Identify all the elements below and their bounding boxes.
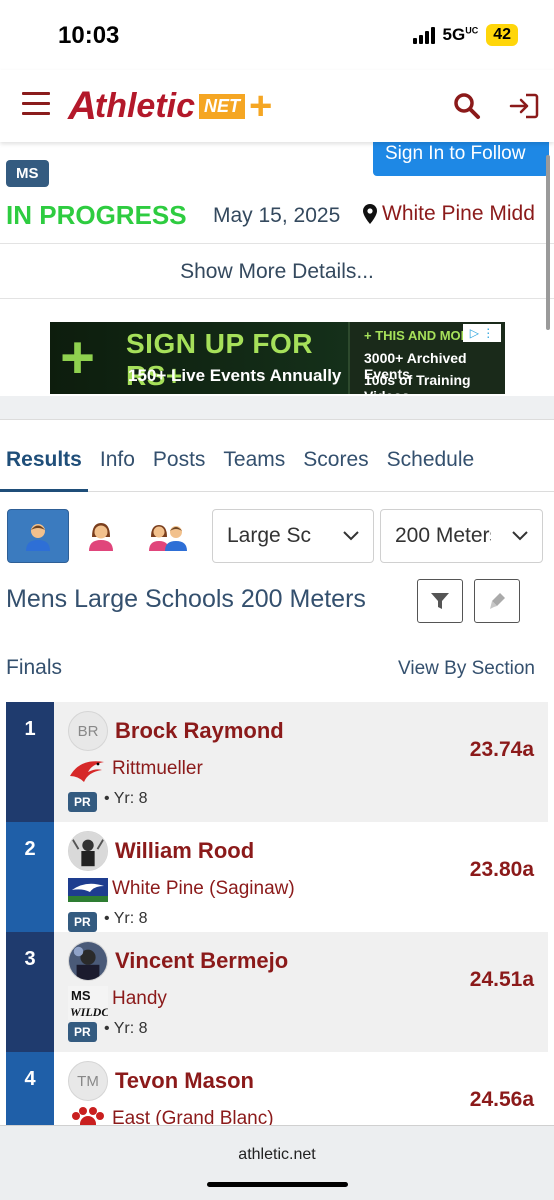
- athlete-name[interactable]: William Rood: [115, 838, 254, 864]
- search-icon[interactable]: [453, 92, 483, 120]
- team-logo: [68, 1106, 108, 1125]
- female-icon: [89, 523, 113, 551]
- team-name[interactable]: East (Grand Blanc): [112, 1108, 274, 1125]
- athletic-net-logo[interactable]: Athletic NET +: [68, 84, 272, 128]
- tab-schedule[interactable]: Schedule: [381, 448, 481, 492]
- marker-icon: [490, 593, 505, 609]
- highlight-button[interactable]: [474, 579, 520, 623]
- result-row[interactable]: 1 BR Brock Raymond Rittmueller PR • Yr: …: [6, 702, 548, 822]
- status-bar: 10:03 5GUC 42: [0, 0, 554, 70]
- result-row[interactable]: 3 Vincent Bermejo MS WILDCAT Handy PR • Y…: [6, 932, 548, 1052]
- show-more-details-link[interactable]: Show More Details...: [0, 260, 554, 284]
- athlete-name[interactable]: Vincent Bermejo: [115, 948, 288, 974]
- meet-date: May 15, 2025: [213, 204, 341, 227]
- ad-right-panel: + THIS AND MORE 3000+ Archived Events 10…: [348, 322, 505, 394]
- scrollbar[interactable]: [546, 155, 550, 330]
- signal-icon: [412, 26, 435, 44]
- result-mark: 23.80a: [469, 858, 534, 881]
- athlete-avatar: BR: [68, 711, 108, 751]
- tab-results[interactable]: Results: [0, 448, 88, 492]
- status-time: 10:03: [58, 22, 120, 49]
- team-logo: MS WILDCAT: [68, 986, 125, 1020]
- svg-text:MS: MS: [71, 988, 91, 1003]
- url-text[interactable]: athletic.net: [0, 1146, 554, 1164]
- meet-status: IN PROGRESS: [6, 200, 187, 230]
- result-mark: 24.51a: [469, 968, 534, 991]
- mens-filter-button[interactable]: [7, 509, 69, 563]
- place-number: 4: [6, 1052, 54, 1125]
- result-row[interactable]: 2 William Rood White Pine (Saginaw) PR •…: [6, 822, 548, 942]
- athlete-avatar: [68, 831, 108, 871]
- event-title: Mens Large Schools 200 Meters: [6, 585, 366, 613]
- chevron-down-icon: [343, 531, 359, 541]
- place-number: 2: [6, 822, 54, 942]
- athlete-avatar: TM: [68, 1061, 108, 1101]
- event-value: 200 Meters: [395, 524, 491, 547]
- athlete-name[interactable]: Brock Raymond: [115, 718, 284, 744]
- result-mark: 23.74a: [469, 738, 534, 761]
- network-label: 5GUC: [442, 25, 479, 44]
- ad-banner[interactable]: + SIGN UP FOR RS+ 150+ Live Events Annua…: [50, 322, 505, 394]
- home-indicator[interactable]: [207, 1182, 348, 1187]
- team-logo: [68, 756, 108, 784]
- plus-icon: +: [60, 324, 96, 391]
- team-logo: [68, 876, 108, 904]
- team-name[interactable]: Rittmueller: [112, 758, 203, 780]
- pr-badge: PR: [68, 792, 97, 812]
- tab-scores[interactable]: Scores: [297, 448, 374, 492]
- sign-in-icon[interactable]: [508, 92, 539, 120]
- womens-filter-button[interactable]: [70, 509, 132, 563]
- battery-indicator: 42: [486, 24, 518, 46]
- place-number: 3: [6, 932, 54, 1052]
- tab-teams[interactable]: Teams: [217, 448, 291, 492]
- result-mark: 24.56a: [469, 1088, 534, 1111]
- section-label: Finals: [6, 656, 63, 679]
- status-indicators: 5GUC 42: [412, 24, 518, 46]
- athlete-year: • Yr: 8: [104, 790, 148, 807]
- pr-badge: PR: [68, 912, 97, 932]
- division-select[interactable]: Large Sc: [212, 509, 374, 563]
- divider: [0, 243, 554, 244]
- ad-right-line2: 100s of Training Videos: [364, 372, 471, 394]
- section-separator: [0, 396, 554, 420]
- location-label: White Pine Midd: [382, 202, 535, 225]
- sign-in-to-follow-button[interactable]: Sign In to Follow: [373, 142, 549, 176]
- athlete-year: • Yr: 8: [104, 1020, 148, 1037]
- athlete-avatar: [68, 941, 108, 981]
- pr-badge: PR: [68, 1022, 97, 1042]
- ad-right-top: + THIS AND MORE: [364, 328, 479, 343]
- people-icon: [149, 525, 187, 551]
- filter-button[interactable]: [417, 579, 463, 623]
- view-by-section-link[interactable]: View By Section: [398, 658, 535, 680]
- filter-icon: [431, 593, 449, 609]
- athlete-year: • Yr: 8: [104, 910, 148, 927]
- athlete-name[interactable]: Tevon Mason: [115, 1068, 254, 1094]
- ad-subline: 150+ Live Events Annually: [128, 366, 342, 385]
- division-value: Large Sc: [227, 524, 312, 547]
- tab-info[interactable]: Info: [94, 448, 141, 492]
- event-select[interactable]: 200 Meters: [380, 509, 543, 563]
- menu-icon[interactable]: [22, 92, 50, 116]
- svg-text:WILDCAT: WILDCAT: [70, 1005, 108, 1019]
- team-name[interactable]: Handy: [112, 988, 167, 1010]
- app-header: Athletic NET +: [0, 70, 554, 142]
- level-badge: MS: [6, 160, 49, 187]
- ad-choices-icon[interactable]: ▷ ⋮: [463, 324, 501, 342]
- meet-tabs: Results Info Posts Teams Scores Schedule: [0, 448, 554, 492]
- result-row[interactable]: 4 TM Tevon Mason East (Grand Blanc) 24.5…: [6, 1052, 548, 1125]
- all-genders-filter-button[interactable]: [138, 509, 200, 563]
- chevron-down-icon: [512, 531, 528, 541]
- browser-url-bar[interactable]: athletic.net: [0, 1125, 554, 1200]
- male-icon: [26, 524, 50, 551]
- team-name[interactable]: White Pine (Saginaw): [112, 878, 295, 900]
- place-number: 1: [6, 702, 54, 822]
- map-pin-icon: [363, 204, 377, 224]
- ad-left-panel: + SIGN UP FOR RS+ 150+ Live Events Annua…: [50, 322, 348, 394]
- tab-posts[interactable]: Posts: [147, 448, 212, 492]
- meet-location[interactable]: White Pine Midd: [362, 202, 535, 226]
- divider: [0, 298, 554, 299]
